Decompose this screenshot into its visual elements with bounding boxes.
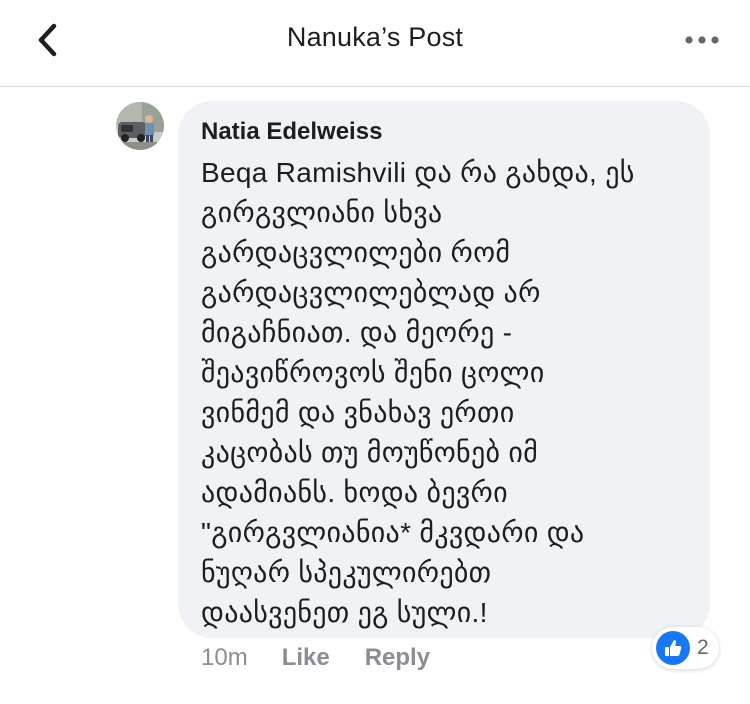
comment-bubble: Natia Edelweiss Beqa Ramishvili და რა გა… — [178, 101, 710, 638]
comment-text: Beqa Ramishvili და რა გახდა, ეს გირგვლია… — [201, 157, 635, 628]
comment-author[interactable]: Natia Edelweiss — [201, 117, 690, 147]
like-button[interactable]: Like — [282, 644, 330, 672]
avatar-photo — [116, 102, 164, 150]
reactions-badge[interactable]: 2 — [652, 627, 719, 669]
avatar[interactable] — [116, 102, 164, 150]
thumbs-up-icon — [656, 631, 690, 665]
more-horizontal-icon — [685, 36, 719, 44]
comment-timestamp: 10m — [201, 644, 248, 671]
reaction-count: 2 — [697, 636, 709, 659]
page-title: Nanuka’s Post — [286, 22, 464, 52]
comment-actions: 10m Like Reply — [201, 644, 465, 672]
post-comments-screen: Nanuka’s Post Natia Edelweiss Beqa Ramis… — [0, 0, 750, 704]
reply-button[interactable]: Reply — [365, 644, 430, 672]
more-options-button[interactable] — [682, 26, 722, 54]
top-bar: Nanuka’s Post — [0, 0, 750, 87]
